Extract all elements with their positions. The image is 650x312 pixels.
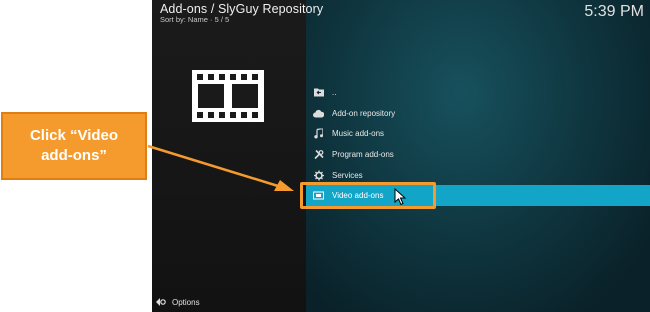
clock: 5:39 PM [584,3,644,20]
folder-back-icon [313,87,324,98]
annotation-callout: Click “Video add-ons” [1,112,147,180]
list-item-music-addons[interactable]: Music add-ons [306,123,650,144]
page-title: Add-ons / SlyGuy Repository [160,2,324,16]
list-item-label: .. [332,87,337,97]
options-button[interactable]: Options [156,297,200,307]
options-icon [156,297,166,307]
list-item-label: Add-on repository [332,108,396,118]
sort-info: Sort by: Name · 5 / 5 [160,15,230,24]
gear-icon [313,170,324,181]
left-pane [152,0,306,312]
mouse-cursor-icon [394,188,407,206]
options-label: Options [172,297,200,307]
film-strip-icon [192,70,264,122]
cloud-icon [313,108,324,119]
highlight-box [300,182,436,209]
list-item-addon-repository[interactable]: Add-on repository [306,103,650,124]
music-note-icon [313,128,324,139]
tools-icon [313,149,324,160]
list-item-label: Services [332,170,363,180]
list-item-label: Music add-ons [332,129,385,139]
list-item-parent[interactable]: .. [306,82,650,103]
kodi-window: Add-ons / SlyGuy Repository Sort by: Nam… [152,0,650,312]
annotation-text: Click “Video add-ons” [29,127,119,164]
list-item-program-addons[interactable]: Program add-ons [306,144,650,165]
list-item-label: Program add-ons [332,149,394,159]
